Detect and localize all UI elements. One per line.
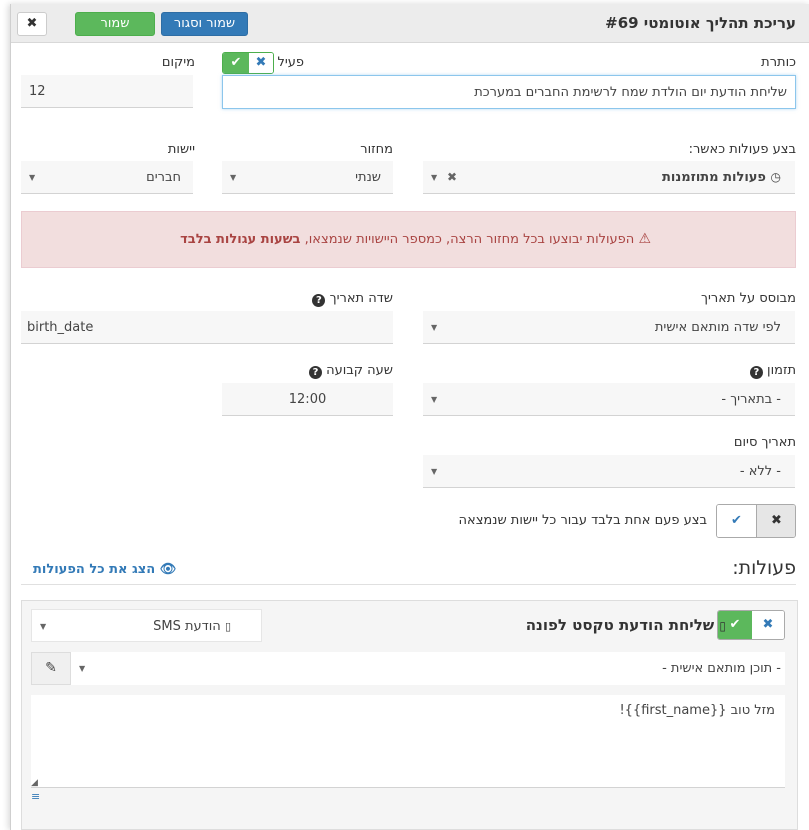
title-input[interactable]: שליחת הודעת יום הולדת שמח לרשימת החברים … xyxy=(222,75,796,109)
once-per-entity-toggle[interactable]: ✔ ✖ xyxy=(716,504,796,538)
chevron-down-icon: ▼ xyxy=(40,622,47,631)
edit-automation-dialog: עריכת תהליך אוטומטי #69 שמור וסגור שמור … xyxy=(10,4,809,830)
x-icon: ✖ xyxy=(756,505,795,537)
chevron-down-icon: ▼ xyxy=(29,173,36,182)
based-on-date-select-value: לפי שדה מותאם אישית xyxy=(654,320,781,335)
action-type-select[interactable]: ▯ הודעת SMS ▼ xyxy=(31,609,262,642)
action-active-toggle[interactable]: ✔ ✖ xyxy=(717,610,785,640)
pencil-icon: ✎ xyxy=(45,660,57,676)
position-input[interactable]: 12 xyxy=(21,75,193,108)
timing-select-value: - בתאריך - xyxy=(721,392,781,407)
entity-select[interactable]: חברים ▼ xyxy=(21,161,193,194)
help-icon[interactable]: ? xyxy=(312,294,326,307)
title-input-value: שליחת הודעת יום הולדת שמח לרשימת החברים … xyxy=(474,85,787,100)
action-title: ▯ שליחת הודעת טקסט לפונה xyxy=(525,616,726,634)
fixed-hour-input-value: 12:00 xyxy=(288,392,327,407)
trigger-select-value: פעולות מתוזמנות xyxy=(661,170,766,185)
based-on-date-label: מבוסס על תאריך xyxy=(700,291,796,306)
chevron-down-icon: ▼ xyxy=(431,173,438,182)
warning-icon: ⚠ xyxy=(638,231,651,247)
check-icon: ✔ xyxy=(717,505,756,537)
active-toggle[interactable]: ✔ ✖ xyxy=(222,52,274,74)
fixed-hour-label: שעה קבועה ? xyxy=(308,363,393,379)
action-type-select-value: הודעת SMS xyxy=(153,619,221,634)
date-field-label: שדה תאריך ? xyxy=(312,291,393,307)
close-button[interactable]: ✖ xyxy=(17,12,47,36)
message-textarea[interactable]: מזל טוב {{first_name}}! xyxy=(31,695,785,788)
cycle-select-value: שנתי xyxy=(355,170,381,185)
clear-icon[interactable]: ✖ xyxy=(447,161,457,193)
actions-heading: פעולות: xyxy=(732,557,796,579)
save-and-close-button[interactable]: שמור וסגור xyxy=(161,12,248,36)
align-right-icon[interactable]: ≡ xyxy=(31,790,40,803)
once-per-entity-label: בצע פעם אחת בלבד עבור כל יישות שנמצאה xyxy=(458,513,707,528)
warning-alert: ⚠ הפעולות יבוצעו בכל מחזור הרצה, כמספר ה… xyxy=(21,211,796,268)
dialog-title: עריכת תהליך אוטומטי #69 xyxy=(605,14,796,32)
eye-icon: 👁 xyxy=(159,562,177,577)
cycle-select[interactable]: שנתי ▼ xyxy=(222,161,393,194)
mobile-icon: ▯ xyxy=(719,619,726,633)
chevron-down-icon: ▼ xyxy=(79,664,86,673)
show-all-actions-link[interactable]: 👁 הצג את כל הפעולות xyxy=(33,562,176,577)
alert-bold-text: בשעות עגולות בלבד xyxy=(180,232,301,247)
chevron-down-icon: ▼ xyxy=(431,467,438,476)
fixed-hour-input[interactable]: 12:00 xyxy=(222,383,393,416)
trigger-label: בצע פעולות כאשר: xyxy=(688,142,796,157)
check-icon: ✔ xyxy=(223,53,249,73)
date-field-input[interactable]: birth_date xyxy=(21,311,393,344)
alert-text: הפעולות יבוצעו בכל מחזור הרצה, כמספר היי… xyxy=(304,232,635,247)
date-field-input-value: birth_date xyxy=(27,320,94,335)
close-icon: ✖ xyxy=(26,16,38,31)
timing-select[interactable]: - בתאריך - ▼ xyxy=(423,383,795,416)
edit-content-button[interactable]: ✎ xyxy=(31,652,71,685)
position-label: מיקום xyxy=(161,55,195,70)
end-date-label: תאריך סיום xyxy=(733,435,796,450)
title-label: כותרת xyxy=(761,55,796,70)
x-icon: ✖ xyxy=(752,611,784,639)
end-date-select-value: - ללא - xyxy=(739,464,781,479)
chevron-down-icon: ▼ xyxy=(230,173,237,182)
position-input-value: 12 xyxy=(29,84,46,99)
content-template-select[interactable]: - תוכן מותאם אישית - ▼ xyxy=(71,652,785,685)
save-button[interactable]: שמור xyxy=(75,12,155,36)
chevron-down-icon: ▼ xyxy=(431,395,438,404)
trigger-select[interactable]: ◷ פעולות מתוזמנות ▼ ✖ xyxy=(423,161,795,194)
chevron-down-icon: ▼ xyxy=(431,323,438,332)
x-icon: ✖ xyxy=(249,53,273,73)
message-text: מזל טוב {{first_name}}! xyxy=(619,703,775,718)
timing-label: תזמון ? xyxy=(749,363,796,379)
content-template-select-value: - תוכן מותאם אישית - xyxy=(662,661,781,676)
dialog-header: עריכת תהליך אוטומטי #69 שמור וסגור שמור … xyxy=(11,4,809,43)
resize-handle-icon[interactable]: ◢ xyxy=(31,778,38,788)
entity-select-value: חברים xyxy=(146,170,181,185)
entity-label: יישות xyxy=(167,142,195,157)
clock-icon: ◷ xyxy=(770,170,781,184)
help-icon[interactable]: ? xyxy=(308,366,322,379)
based-on-date-select[interactable]: לפי שדה מותאם אישית ▼ xyxy=(423,311,795,344)
cycle-label: מחזור xyxy=(360,142,393,157)
end-date-select[interactable]: - ללא - ▼ xyxy=(423,455,795,488)
help-icon[interactable]: ? xyxy=(749,366,763,379)
actions-divider xyxy=(21,584,796,585)
active-label: פעיל xyxy=(277,55,304,70)
mobile-icon: ▯ xyxy=(224,620,231,633)
